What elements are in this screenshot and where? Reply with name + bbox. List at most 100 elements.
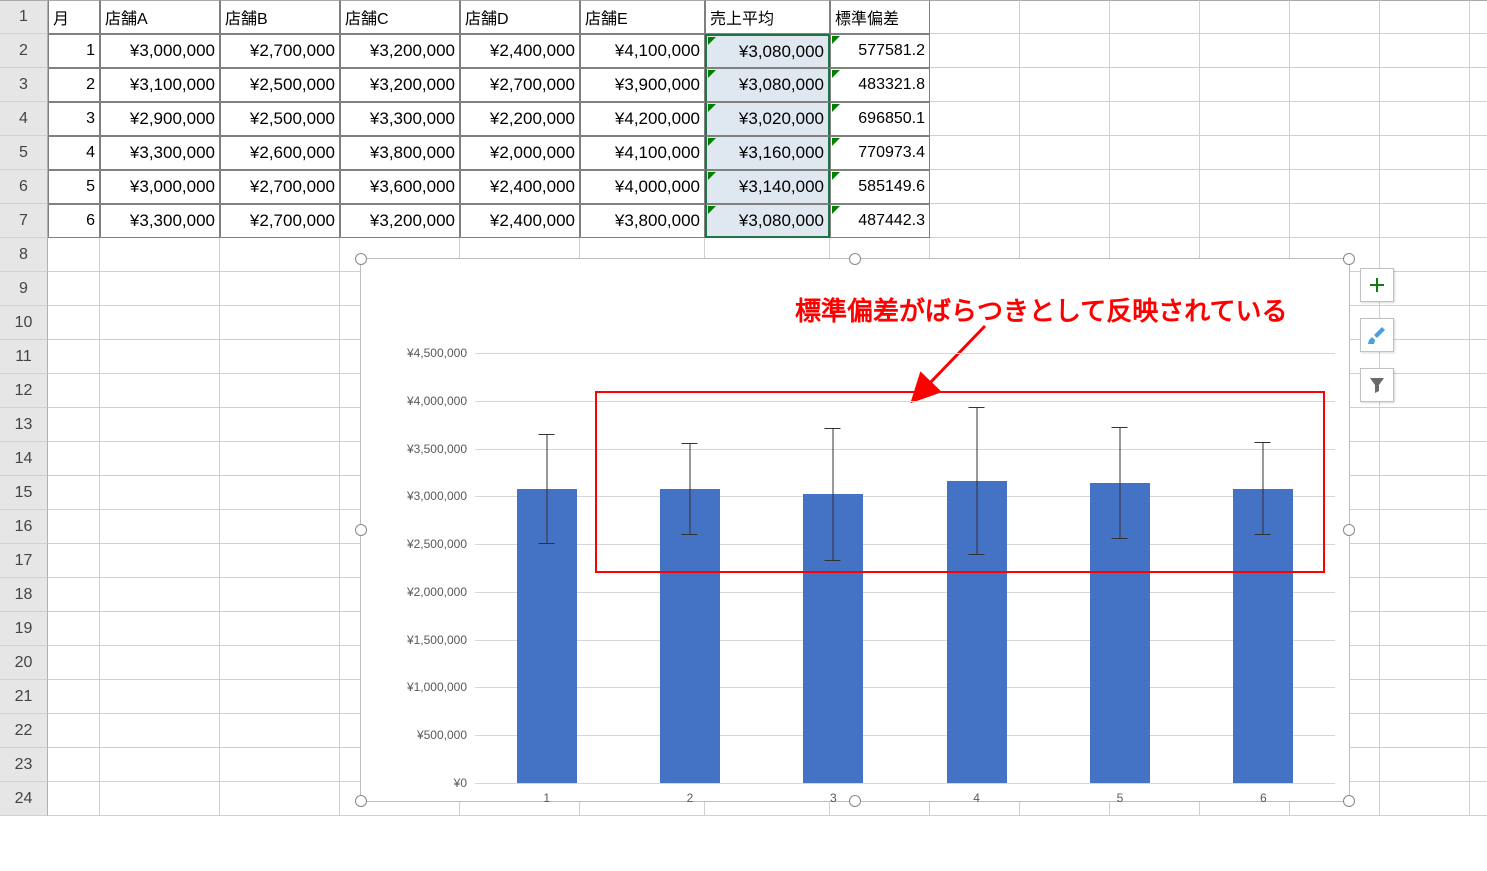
empty-cell[interactable] <box>1020 136 1110 170</box>
resize-handle-s[interactable] <box>849 795 861 807</box>
empty-cell[interactable] <box>1470 170 1487 204</box>
empty-cell[interactable] <box>220 680 340 714</box>
empty-cell[interactable] <box>1380 510 1470 544</box>
empty-cell[interactable] <box>1470 374 1487 408</box>
empty-cell[interactable] <box>48 374 100 408</box>
row-header[interactable]: 6 <box>0 170 48 204</box>
data-cell[interactable]: ¥2,400,000 <box>460 34 580 68</box>
data-cell[interactable]: ¥3,300,000 <box>100 136 220 170</box>
empty-cell[interactable] <box>930 0 1020 34</box>
column-header-cell[interactable]: 店舗A <box>100 0 220 34</box>
empty-cell[interactable] <box>1380 680 1470 714</box>
empty-cell[interactable] <box>1110 102 1200 136</box>
empty-cell[interactable] <box>100 306 220 340</box>
data-cell[interactable]: ¥3,900,000 <box>580 68 705 102</box>
row-header[interactable]: 4 <box>0 102 48 136</box>
data-cell[interactable]: ¥3,080,000 <box>705 204 830 238</box>
data-cell[interactable]: 4 <box>48 136 100 170</box>
row-header[interactable]: 7 <box>0 204 48 238</box>
empty-cell[interactable] <box>930 34 1020 68</box>
data-cell[interactable]: ¥3,160,000 <box>705 136 830 170</box>
empty-cell[interactable] <box>48 714 100 748</box>
data-cell[interactable]: ¥3,100,000 <box>100 68 220 102</box>
empty-cell[interactable] <box>100 714 220 748</box>
bar[interactable]: 1 <box>517 489 577 783</box>
empty-cell[interactable] <box>1200 34 1290 68</box>
data-cell[interactable]: 770973.4 <box>830 136 930 170</box>
empty-cell[interactable] <box>48 408 100 442</box>
data-cell[interactable]: ¥3,600,000 <box>340 170 460 204</box>
empty-cell[interactable] <box>220 782 340 816</box>
empty-cell[interactable] <box>48 272 100 306</box>
data-cell[interactable]: ¥3,300,000 <box>340 102 460 136</box>
row-header[interactable]: 22 <box>0 714 48 748</box>
empty-cell[interactable] <box>1290 68 1380 102</box>
resize-handle-se[interactable] <box>1343 795 1355 807</box>
data-cell[interactable]: ¥3,300,000 <box>100 204 220 238</box>
data-cell[interactable]: ¥4,100,000 <box>580 34 705 68</box>
empty-cell[interactable] <box>220 238 340 272</box>
data-cell[interactable]: ¥3,200,000 <box>340 204 460 238</box>
empty-cell[interactable] <box>1380 68 1470 102</box>
empty-cell[interactable] <box>220 714 340 748</box>
empty-cell[interactable] <box>100 476 220 510</box>
empty-cell[interactable] <box>1380 714 1470 748</box>
data-cell[interactable]: ¥2,400,000 <box>460 170 580 204</box>
empty-cell[interactable] <box>1470 306 1487 340</box>
empty-cell[interactable] <box>1020 170 1110 204</box>
empty-cell[interactable] <box>100 272 220 306</box>
empty-cell[interactable] <box>930 204 1020 238</box>
empty-cell[interactable] <box>1110 170 1200 204</box>
column-header-cell[interactable]: 店舗D <box>460 0 580 34</box>
data-cell[interactable]: ¥2,600,000 <box>220 136 340 170</box>
data-cell[interactable]: ¥3,200,000 <box>340 68 460 102</box>
column-header-cell[interactable]: 月 <box>48 0 100 34</box>
row-header[interactable]: 10 <box>0 306 48 340</box>
empty-cell[interactable] <box>1470 612 1487 646</box>
empty-cell[interactable] <box>1380 442 1470 476</box>
resize-handle-n[interactable] <box>849 253 861 265</box>
resize-handle-e[interactable] <box>1343 524 1355 536</box>
data-cell[interactable]: ¥3,140,000 <box>705 170 830 204</box>
empty-cell[interactable] <box>1470 782 1487 816</box>
empty-cell[interactable] <box>100 510 220 544</box>
empty-cell[interactable] <box>1110 34 1200 68</box>
empty-cell[interactable] <box>1470 476 1487 510</box>
row-header[interactable]: 1 <box>0 0 48 34</box>
empty-cell[interactable] <box>48 646 100 680</box>
empty-cell[interactable] <box>1020 68 1110 102</box>
data-cell[interactable]: ¥3,080,000 <box>705 34 830 68</box>
empty-cell[interactable] <box>1470 136 1487 170</box>
row-header[interactable]: 24 <box>0 782 48 816</box>
empty-cell[interactable] <box>1290 136 1380 170</box>
empty-cell[interactable] <box>1470 578 1487 612</box>
empty-cell[interactable] <box>220 646 340 680</box>
empty-cell[interactable] <box>100 374 220 408</box>
empty-cell[interactable] <box>1470 272 1487 306</box>
empty-cell[interactable] <box>1290 102 1380 136</box>
data-cell[interactable]: ¥4,000,000 <box>580 170 705 204</box>
empty-cell[interactable] <box>48 306 100 340</box>
empty-cell[interactable] <box>1470 442 1487 476</box>
empty-cell[interactable] <box>930 102 1020 136</box>
row-header[interactable]: 2 <box>0 34 48 68</box>
empty-cell[interactable] <box>48 476 100 510</box>
chart-object[interactable]: 標準偏差がばらつきとして反映されている ¥0¥500,000¥1,000,000… <box>360 258 1350 802</box>
empty-cell[interactable] <box>1290 0 1380 34</box>
empty-cell[interactable] <box>100 748 220 782</box>
data-cell[interactable]: ¥2,700,000 <box>220 34 340 68</box>
empty-cell[interactable] <box>48 578 100 612</box>
empty-cell[interactable] <box>1110 136 1200 170</box>
empty-cell[interactable] <box>48 680 100 714</box>
chart-elements-button[interactable] <box>1360 268 1394 302</box>
empty-cell[interactable] <box>100 544 220 578</box>
empty-cell[interactable] <box>1380 34 1470 68</box>
empty-cell[interactable] <box>220 578 340 612</box>
empty-cell[interactable] <box>48 442 100 476</box>
empty-cell[interactable] <box>1110 68 1200 102</box>
empty-cell[interactable] <box>1380 170 1470 204</box>
empty-cell[interactable] <box>100 680 220 714</box>
row-header[interactable]: 12 <box>0 374 48 408</box>
empty-cell[interactable] <box>220 544 340 578</box>
empty-cell[interactable] <box>1380 646 1470 680</box>
